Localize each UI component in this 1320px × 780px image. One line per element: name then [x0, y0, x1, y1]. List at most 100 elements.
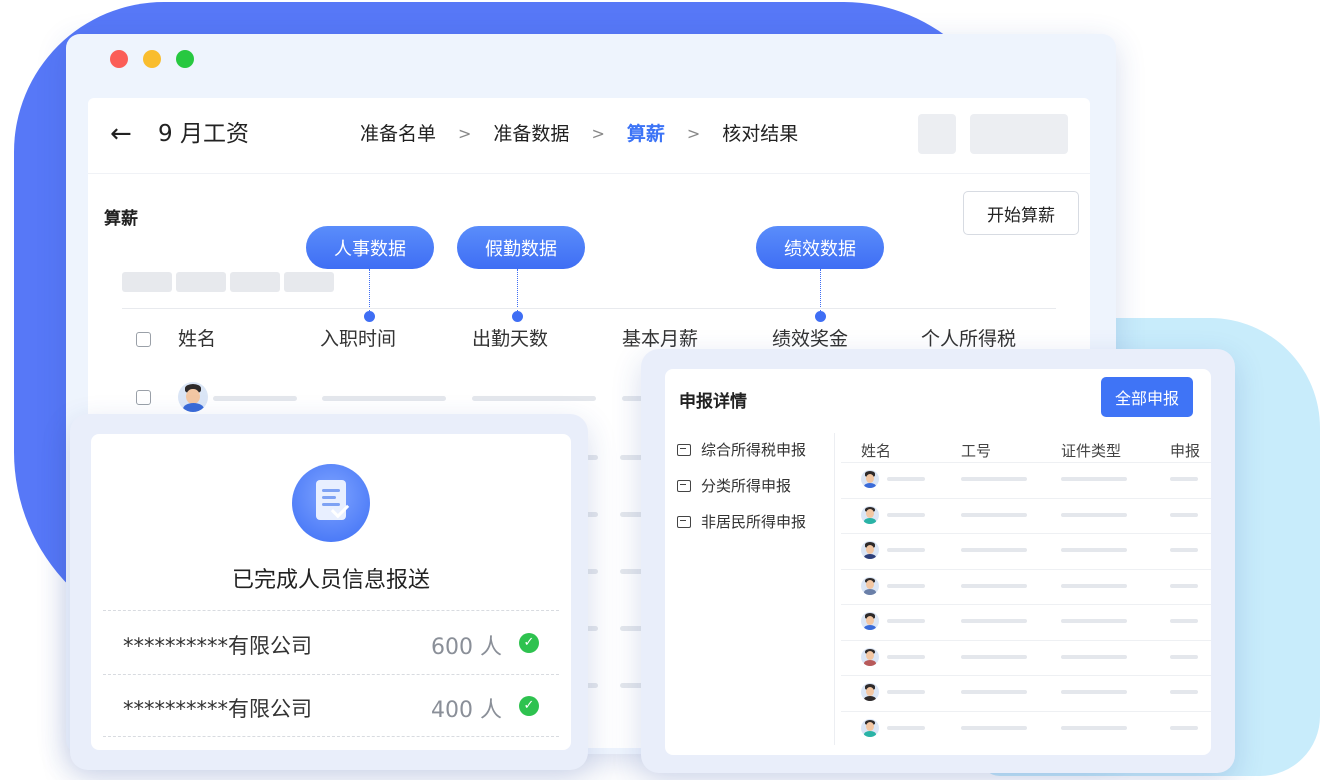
column-header-id-type[interactable]: 证件类型 — [1061, 440, 1121, 461]
column-header-declaration[interactable]: 申报 — [1170, 440, 1200, 461]
cell-placeholder — [1061, 619, 1127, 623]
cell-placeholder — [1170, 583, 1198, 588]
cell-placeholder — [1170, 619, 1198, 623]
cell-placeholder — [961, 477, 1027, 481]
tax-form-icon — [677, 443, 691, 456]
table-row-divider — [841, 568, 1211, 570]
cell-placeholder — [887, 725, 925, 730]
tax-form-icon — [677, 515, 691, 528]
column-header-attendance-days[interactable]: 出勤天数 — [472, 326, 548, 352]
page-header: ← 9 月工资 准备名单 > 准备数据 > 算薪 > 核对结果 — [88, 98, 1090, 174]
column-header-name[interactable]: 姓名 — [861, 440, 891, 461]
cell-placeholder — [887, 654, 925, 659]
nav-classified-income[interactable]: 分类所得申报 — [677, 475, 791, 496]
header-placeholder-button-small[interactable] — [918, 114, 956, 154]
avatar — [861, 612, 879, 630]
avatar — [178, 382, 208, 412]
cell-placeholder — [887, 619, 925, 623]
cell-placeholder — [322, 396, 446, 401]
avatar — [861, 647, 879, 666]
check-circle-icon: ✓ — [519, 633, 539, 653]
cell-placeholder — [887, 690, 925, 694]
table-row-divider — [841, 533, 1211, 534]
filter-placeholder[interactable] — [230, 272, 280, 292]
section-title: 算薪 — [104, 209, 138, 229]
cell-placeholder — [1061, 654, 1127, 659]
table-row-divider — [841, 639, 1211, 641]
filter-placeholder[interactable] — [176, 272, 226, 292]
cell-placeholder — [1170, 690, 1198, 694]
avatar — [861, 541, 879, 559]
table-row-divider — [841, 497, 1211, 499]
step-prepare-list[interactable]: 准备名单 — [360, 120, 436, 148]
table-row-divider — [841, 710, 1211, 712]
cell-placeholder — [1061, 512, 1127, 517]
cell-placeholder — [1170, 512, 1198, 517]
avatar — [861, 470, 879, 488]
company-name: **********有限公司 — [123, 697, 312, 721]
tag-hr-data: 人事数据 — [306, 226, 434, 269]
filter-placeholder[interactable] — [122, 272, 172, 292]
nav-label: 综合所得税申报 — [701, 441, 807, 459]
window-minimize-dot[interactable] — [143, 50, 161, 68]
document-check-icon — [292, 464, 370, 542]
cell-placeholder — [1170, 654, 1198, 659]
tag-attendance-data: 假勤数据 — [457, 226, 585, 269]
cell-placeholder — [1170, 725, 1198, 730]
back-arrow-icon[interactable]: ← — [110, 120, 132, 148]
nav-comprehensive-tax[interactable]: 综合所得税申报 — [677, 439, 806, 460]
filter-placeholder[interactable] — [284, 272, 334, 292]
chevron-right-icon: > — [458, 124, 472, 143]
cell-placeholder — [1061, 725, 1127, 730]
employee-count: 400 人 — [431, 698, 502, 723]
tag-leader-line — [517, 269, 518, 313]
cell-placeholder — [1061, 690, 1127, 694]
cell-placeholder — [887, 477, 925, 481]
cell-placeholder — [887, 548, 925, 552]
step-prepare-data[interactable]: 准备数据 — [493, 120, 569, 148]
declaration-title: 申报详情 — [679, 392, 747, 412]
chevron-right-icon: > — [591, 124, 605, 143]
declare-all-button[interactable]: 全部申报 — [1101, 377, 1193, 417]
cell-placeholder — [1170, 477, 1198, 481]
report-status-title: 已完成人员信息报送 — [231, 568, 430, 593]
cell-placeholder — [887, 583, 925, 588]
step-calculate[interactable]: 算薪 — [627, 120, 665, 148]
cell-placeholder — [961, 619, 1027, 623]
page-title: 9 月工资 — [158, 121, 249, 147]
cell-placeholder — [961, 512, 1027, 517]
column-header-employee-id[interactable]: 工号 — [961, 440, 991, 461]
declaration-detail-card: 申报详情 全部申报 综合所得税申报 分类所得申报 非居民所得申报 姓名 工号 证… — [641, 349, 1235, 773]
nav-label: 分类所得申报 — [701, 477, 792, 495]
avatar — [861, 576, 879, 595]
tag-leader-dot — [364, 311, 375, 322]
dashed-divider — [103, 674, 559, 675]
cell-placeholder — [887, 512, 925, 517]
tag-leader-dot — [815, 311, 826, 322]
tag-leader-line — [820, 269, 821, 313]
table-row-divider — [841, 462, 1211, 463]
avatar — [861, 505, 879, 524]
column-header-hire-date[interactable]: 入职时间 — [320, 326, 396, 352]
header-placeholder-button-large[interactable] — [970, 114, 1068, 154]
cell-placeholder — [961, 583, 1027, 588]
start-calculate-button[interactable]: 开始算薪 — [963, 191, 1079, 235]
table-row-divider — [841, 604, 1211, 605]
tag-leader-line — [369, 269, 370, 313]
row-checkbox[interactable] — [136, 390, 151, 405]
step-breadcrumb: 准备名单 > 准备数据 > 算薪 > 核对结果 — [360, 120, 798, 148]
employee-count: 600 人 — [431, 635, 502, 660]
window-close-dot[interactable] — [110, 50, 128, 68]
cell-placeholder — [961, 654, 1027, 659]
declaration-vertical-divider — [834, 433, 835, 745]
select-all-checkbox[interactable] — [136, 332, 151, 347]
check-circle-icon: ✓ — [519, 696, 539, 716]
window-maximize-dot[interactable] — [176, 50, 194, 68]
step-verify-result[interactable]: 核对结果 — [722, 120, 798, 148]
table-row-divider — [841, 675, 1211, 676]
tax-form-icon — [677, 479, 691, 492]
nav-nonresident-income[interactable]: 非居民所得申报 — [677, 511, 806, 532]
column-header-name[interactable]: 姓名 — [178, 326, 216, 352]
stage: ← 9 月工资 准备名单 > 准备数据 > 算薪 > 核对结果 算薪 开始算薪 … — [0, 0, 1320, 780]
report-status-card-body: 已完成人员信息报送 **********有限公司 600 人 ✓ *******… — [91, 434, 571, 750]
